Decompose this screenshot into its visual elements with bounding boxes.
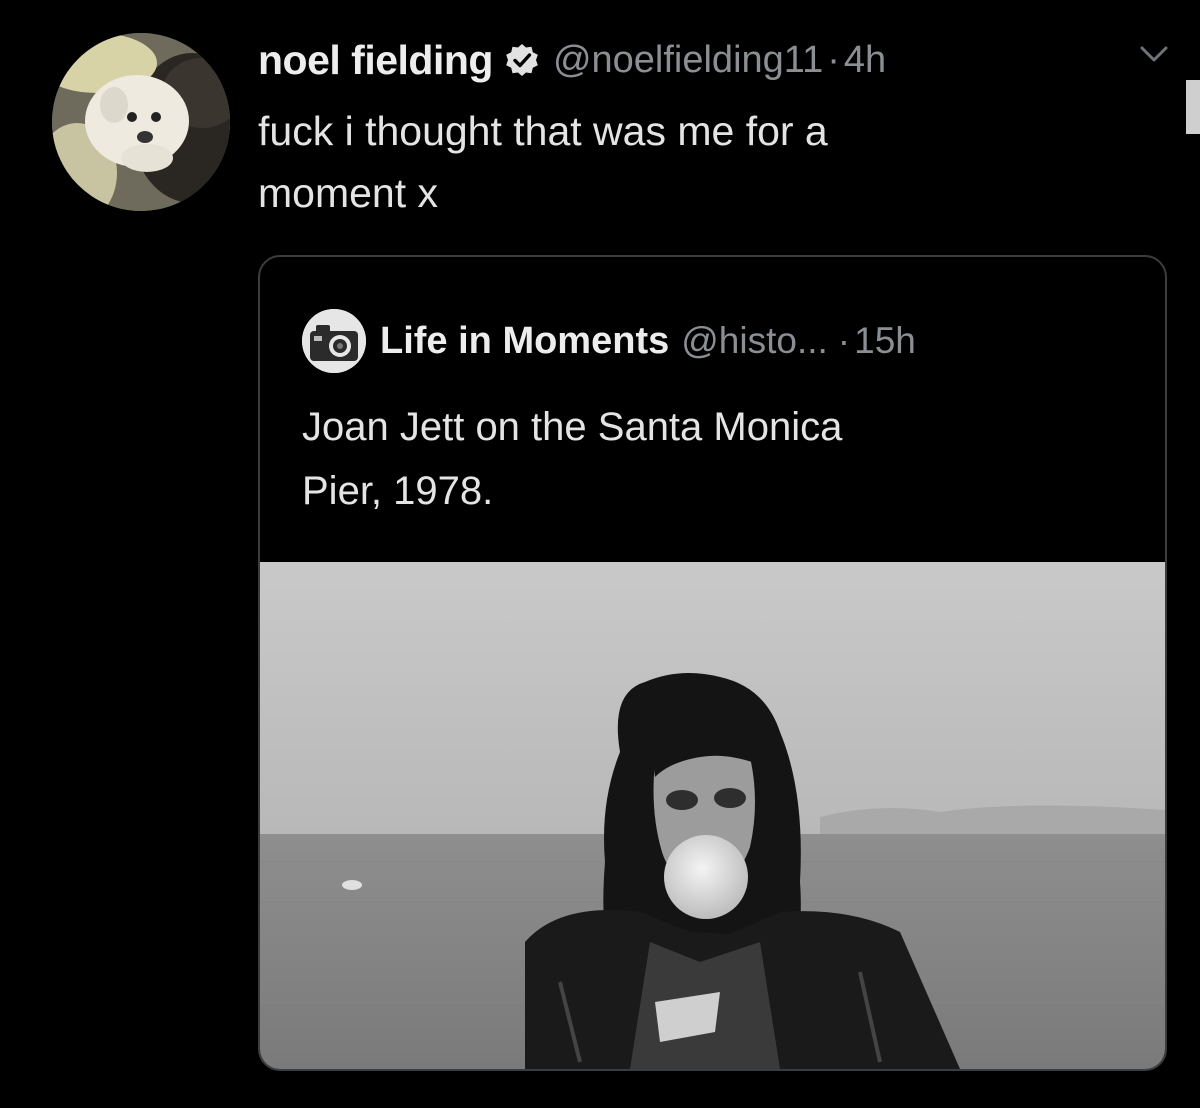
- dog-photo-avatar-icon: [52, 33, 230, 211]
- tweet-text-line: fuck i thought that was me for a: [258, 108, 828, 154]
- quoted-user-handle[interactable]: @histo...: [681, 320, 828, 362]
- verified-badge-icon: [505, 43, 539, 77]
- quoted-display-name[interactable]: Life in Moments: [380, 320, 669, 363]
- quoted-text-line: Joan Jett on the Santa Monica: [302, 405, 843, 449]
- user-avatar[interactable]: [52, 33, 230, 211]
- scrollbar-edge[interactable]: [1186, 80, 1200, 134]
- display-name[interactable]: noel fielding: [258, 37, 493, 84]
- tweet-header: noel fielding @noelfielding11 · 4h: [258, 30, 886, 90]
- quoted-tweet-text: Joan Jett on the Santa Monica Pier, 1978…: [302, 395, 1122, 523]
- quoted-tweet-header: Life in Moments @histo... · 15h: [302, 309, 916, 373]
- separator-dot: ·: [837, 320, 851, 361]
- camera-avatar-icon[interactable]: [302, 309, 366, 373]
- timestamp[interactable]: 4h: [844, 39, 886, 82]
- separator-dot: ·: [827, 38, 840, 81]
- tweet[interactable]: noel fielding @noelfielding11 · 4h fuck …: [0, 0, 1200, 1108]
- quoted-tweet-card[interactable]: Life in Moments @histo... · 15h Joan Jet…: [258, 255, 1167, 1071]
- chevron-down-icon[interactable]: [1138, 42, 1170, 66]
- quoted-timestamp[interactable]: 15h: [854, 320, 916, 362]
- quoted-tweet-photo[interactable]: [260, 562, 1165, 1069]
- black-and-white-photo: [260, 562, 1165, 1069]
- quoted-text-line: Pier, 1978.: [302, 469, 494, 513]
- user-handle[interactable]: @noelfielding11: [553, 39, 823, 82]
- tweet-text: fuck i thought that was me for a moment …: [258, 100, 1118, 224]
- tweet-text-line: moment x: [258, 170, 438, 216]
